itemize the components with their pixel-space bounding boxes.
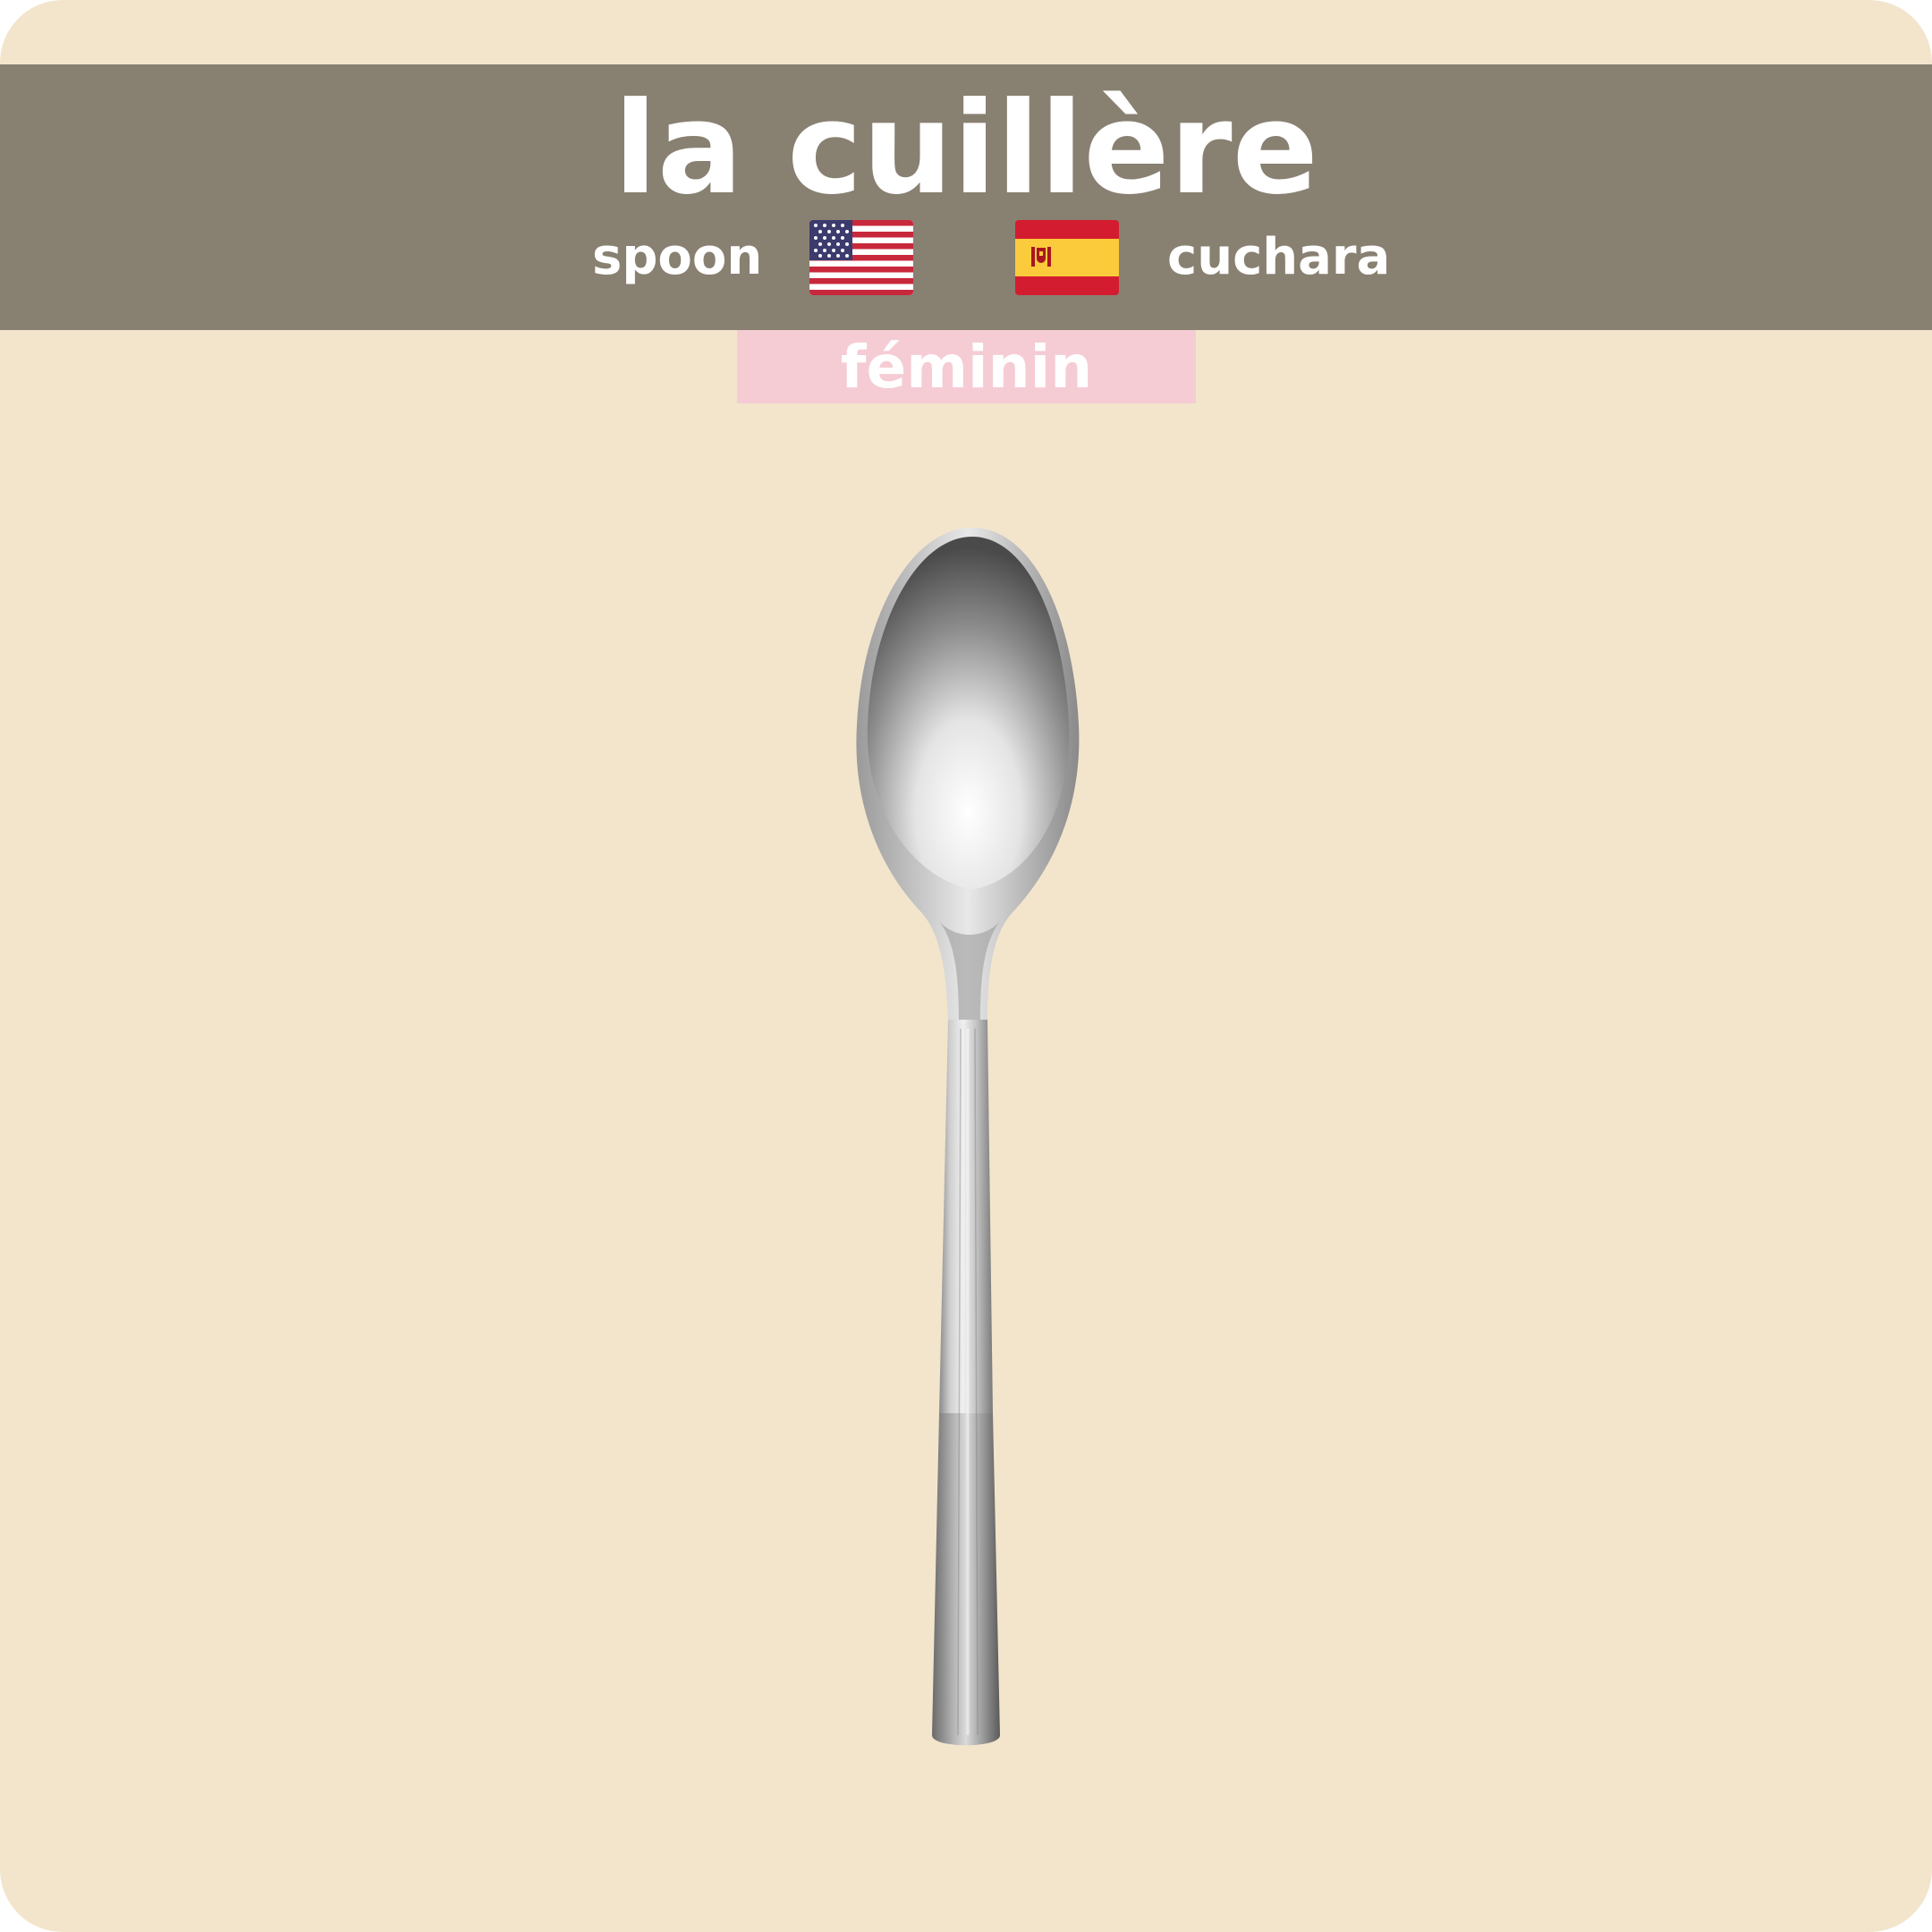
- spoon-illustration: [805, 519, 1127, 1771]
- spanish-translation: cuchara: [1167, 228, 1391, 286]
- us-flag-icon: [809, 220, 913, 295]
- gender-badge: féminin: [737, 330, 1196, 403]
- word-title: la cuillère: [614, 75, 1318, 223]
- spain-flag-icon: [1015, 220, 1119, 295]
- english-translation: spoon: [592, 228, 763, 286]
- vocabulary-card: la cuillère spoon cuchara féminin: [0, 0, 1932, 1932]
